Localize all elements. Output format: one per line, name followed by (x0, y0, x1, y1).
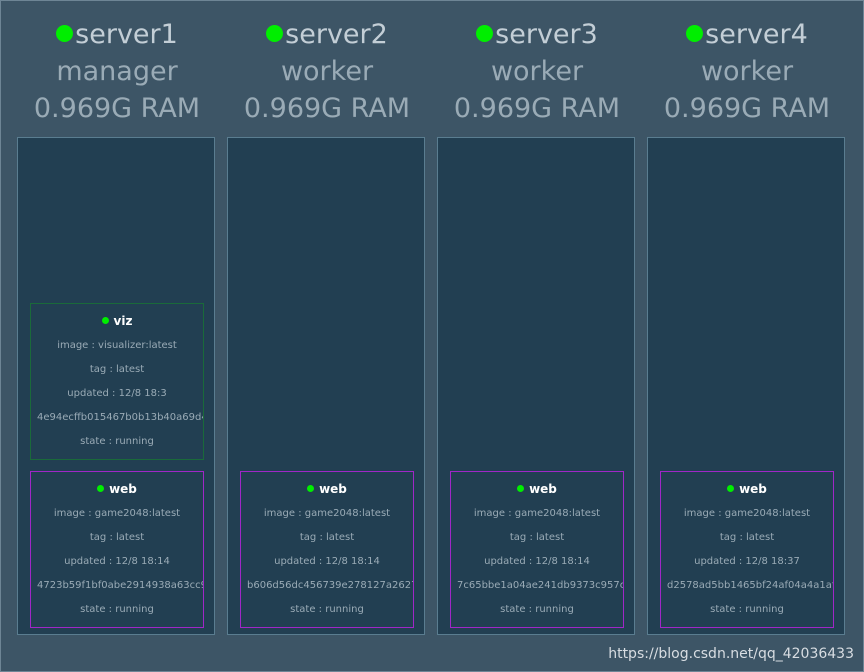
node-role: worker (280, 56, 374, 87)
node-column: web image : game2048:latest tag : latest… (647, 137, 845, 635)
node-name: server4 (705, 19, 808, 50)
node-ram: 0.969G RAM (663, 93, 831, 124)
task-card-viz[interactable]: viz image : visualizer:latest tag : late… (30, 303, 204, 460)
task-updated: updated : 12/8 18:14 (274, 556, 380, 567)
node-role: worker (700, 56, 794, 87)
task-status-dot-icon (517, 485, 525, 492)
task-status-dot-icon (97, 485, 105, 492)
node-status-dot-icon (56, 25, 74, 42)
task-status-dot-icon (727, 485, 735, 492)
task-tag: tag : latest (89, 532, 145, 543)
node-role: worker (490, 56, 584, 87)
node-server1: server1 manager 0.969G RAM viz image : v… (17, 0, 217, 672)
task-tag: tag : latest (719, 532, 775, 543)
task-updated: updated : 12/8 18:37 (694, 556, 800, 567)
task-state: state : running (710, 604, 784, 615)
node-name: server3 (495, 19, 598, 50)
task-service-name: web (739, 482, 767, 496)
task-status-dot-icon (101, 317, 109, 324)
task-tag: tag : latest (299, 532, 355, 543)
task-updated: updated : 12/8 18:3 (67, 388, 167, 399)
task-image: image : game2048:latest (53, 508, 181, 519)
watermark-url: https://blog.csdn.net/qq_42036433 (608, 646, 854, 662)
task-service-name: web (109, 482, 137, 496)
task-updated: updated : 12/8 18:14 (64, 556, 170, 567)
task-card-web[interactable]: web image : game2048:latest tag : latest… (240, 471, 414, 628)
task-state: state : running (500, 604, 574, 615)
task-service-name: viz (113, 314, 133, 328)
node-server4: server4 worker 0.969G RAM web image : ga… (647, 0, 847, 672)
task-id: 4723b59f1bf0abe2914938a63cc915 (37, 580, 204, 591)
task-tag: tag : latest (89, 364, 145, 375)
task-service-name: web (319, 482, 347, 496)
task-id: 7c65bbe1a04ae241db9373c957c83 (457, 580, 624, 591)
task-id: 4e94ecffb015467b0b13b40a69d45 (37, 412, 204, 423)
node-status-dot-icon (476, 25, 494, 42)
node-ram: 0.969G RAM (243, 93, 411, 124)
task-image: image : game2048:latest (263, 508, 391, 519)
task-image: image : game2048:latest (683, 508, 811, 519)
node-name: server1 (75, 19, 178, 50)
task-card-web[interactable]: web image : game2048:latest tag : latest… (30, 471, 204, 628)
node-column: viz image : visualizer:latest tag : late… (17, 137, 215, 635)
task-id: d2578ad5bb1465bf24af04a4a1afe9 (667, 580, 834, 591)
node-header: server2 worker 0.969G RAM (227, 16, 427, 127)
task-state: state : running (80, 604, 154, 615)
node-status-dot-icon (266, 25, 284, 42)
node-server3: server3 worker 0.969G RAM web image : ga… (437, 0, 637, 672)
task-state: state : running (290, 604, 364, 615)
node-column: web image : game2048:latest tag : latest… (437, 137, 635, 635)
task-image: image : game2048:latest (473, 508, 601, 519)
node-column: web image : game2048:latest tag : latest… (227, 137, 425, 635)
task-id: b606d56dc456739e278127a2627a (247, 580, 414, 591)
task-card-web[interactable]: web image : game2048:latest tag : latest… (660, 471, 834, 628)
task-tag: tag : latest (509, 532, 565, 543)
node-server2: server2 worker 0.969G RAM web image : ga… (227, 0, 427, 672)
node-header: server4 worker 0.969G RAM (647, 16, 847, 127)
task-updated: updated : 12/8 18:14 (484, 556, 590, 567)
task-image: image : visualizer:latest (57, 340, 177, 351)
node-header: server1 manager 0.969G RAM (17, 16, 217, 127)
node-status-dot-icon (686, 25, 704, 42)
node-name: server2 (285, 19, 388, 50)
task-service-name: web (529, 482, 557, 496)
node-header: server3 worker 0.969G RAM (437, 16, 637, 127)
task-status-dot-icon (307, 485, 315, 492)
node-ram: 0.969G RAM (453, 93, 621, 124)
task-state: state : running (80, 436, 154, 447)
node-role: manager (56, 56, 178, 87)
node-ram: 0.969G RAM (33, 93, 201, 124)
task-card-web[interactable]: web image : game2048:latest tag : latest… (450, 471, 624, 628)
